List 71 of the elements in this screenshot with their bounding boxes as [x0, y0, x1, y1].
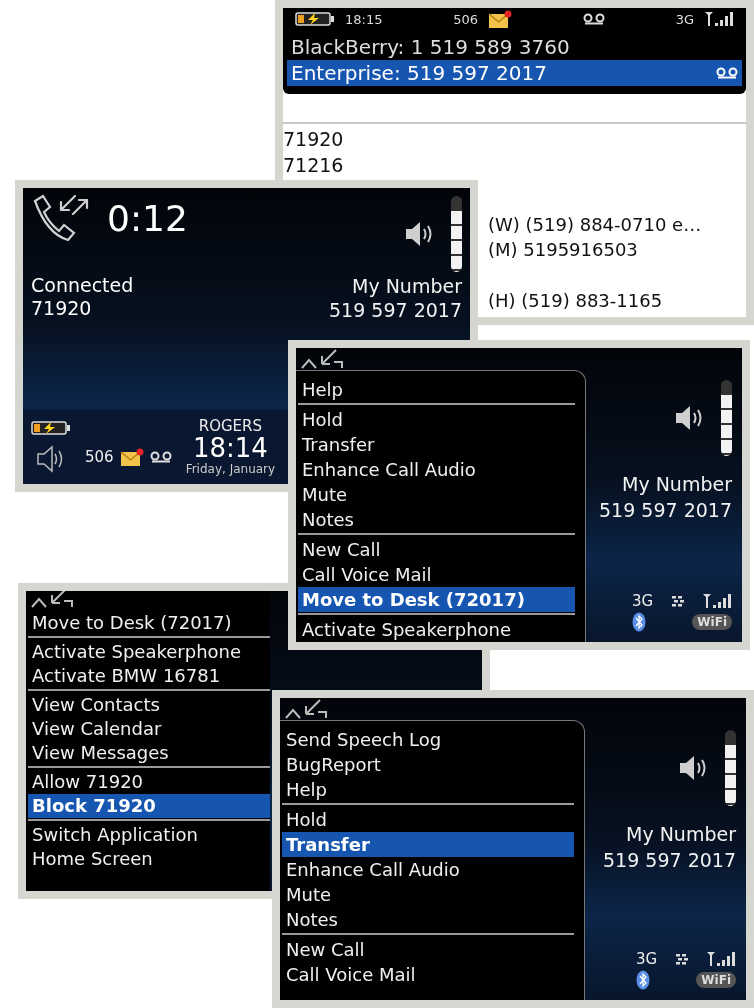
menu-item[interactable]: View Messages — [28, 741, 270, 765]
signal-strength-icon — [702, 593, 732, 609]
menu-item[interactable]: Switch Application — [28, 823, 270, 847]
wifi-badge: WiFi — [696, 972, 736, 988]
my-number: 519 597 2017 — [603, 848, 736, 872]
network-dots-icon — [675, 953, 688, 965]
network-dots-icon — [671, 595, 684, 607]
menu-item[interactable]: Notes — [298, 507, 575, 532]
my-number-label: My Number — [626, 822, 736, 846]
my-number: 519 597 2017 — [599, 498, 732, 522]
signal-strength-icon — [706, 951, 736, 967]
network-type: 3G — [636, 950, 658, 968]
signal-strength-icon — [704, 11, 734, 27]
contact-number: (H) (519) 883-1165 — [488, 289, 663, 313]
call-status: Connected — [31, 274, 135, 297]
menu-item[interactable]: Help — [298, 377, 575, 402]
status-time: 18:15 — [345, 11, 383, 27]
clock-time: 18:14 — [192, 434, 268, 463]
network-type: 3G — [632, 592, 654, 610]
menu-item[interactable]: Activate Speakerphone — [298, 617, 575, 642]
message-count: 506 — [453, 11, 479, 27]
caller-number: 71920 — [31, 297, 93, 320]
battery-charging-icon — [295, 12, 335, 26]
menu-item[interactable]: Hold — [298, 407, 575, 432]
date-text: Friday, January — [185, 462, 276, 477]
menu-item[interactable]: Hold — [282, 807, 574, 832]
menu-item[interactable]: New Call — [282, 937, 574, 962]
voicemail-icon — [149, 451, 172, 463]
menu-item[interactable]: Enhance Call Audio — [298, 457, 575, 482]
menu-item[interactable]: Mute — [282, 882, 574, 907]
message-count: 506 — [85, 448, 114, 466]
popup-item[interactable]: Enterprise: 519 597 2017 — [287, 60, 742, 86]
popup-item[interactable]: BlackBerry: 1 519 589 3760 — [287, 34, 742, 60]
number-entry: 71216 — [283, 153, 344, 178]
bluetooth-icon — [636, 970, 650, 990]
menu-item[interactable]: Enhance Call Audio — [282, 857, 574, 882]
network-type: 3G — [675, 11, 694, 27]
my-number: 519 597 2017 — [329, 298, 462, 322]
menu-item[interactable]: New Call — [298, 537, 575, 562]
menu-item[interactable]: BugReport — [282, 752, 574, 777]
call-timer: 0:12 — [107, 197, 188, 239]
number-entry: 71920 — [283, 127, 344, 152]
menu-item[interactable]: Activate Speakerphone — [28, 640, 270, 664]
wifi-badge: WiFi — [692, 614, 732, 630]
carrier-name: ROGERS — [198, 417, 263, 435]
mail-icon — [488, 9, 513, 29]
menu-item[interactable]: Move to Desk (72017) — [298, 587, 575, 612]
menu-item[interactable]: Transfer — [282, 832, 574, 857]
contact-number: (W) (519) 884-0710 e… — [488, 213, 702, 237]
my-number-label: My Number — [352, 274, 462, 298]
menu-item[interactable]: Home Screen — [28, 847, 270, 871]
menu-item[interactable]: Send Speech Log — [282, 727, 574, 752]
menu-item[interactable]: Call Voice Mail — [282, 962, 574, 987]
mail-icon — [119, 447, 144, 467]
menu-item[interactable]: Mute — [298, 482, 575, 507]
voicemail-icon — [716, 67, 738, 79]
menu-item[interactable]: Help — [282, 777, 574, 802]
voicemail-icon — [582, 13, 605, 25]
menu-item[interactable]: Activate BMW 16781 — [28, 664, 270, 688]
menu-item[interactable]: Notes — [282, 907, 574, 932]
bluetooth-icon — [632, 612, 646, 632]
menu-item[interactable]: Move to Desk (72017) — [28, 611, 270, 635]
menu-item[interactable]: Call Voice Mail — [298, 562, 575, 587]
contact-number: (M) 5195916503 — [488, 238, 638, 262]
menu-item[interactable]: View Contacts — [28, 693, 270, 717]
menu-item[interactable]: Allow 71920 — [28, 770, 270, 794]
my-number-label: My Number — [622, 472, 732, 496]
menu-item[interactable]: Block 71920 — [28, 794, 270, 818]
menu-item[interactable]: Transfer — [298, 432, 575, 457]
menu-item[interactable]: View Calendar — [28, 717, 270, 741]
battery-charging-icon — [31, 421, 71, 435]
